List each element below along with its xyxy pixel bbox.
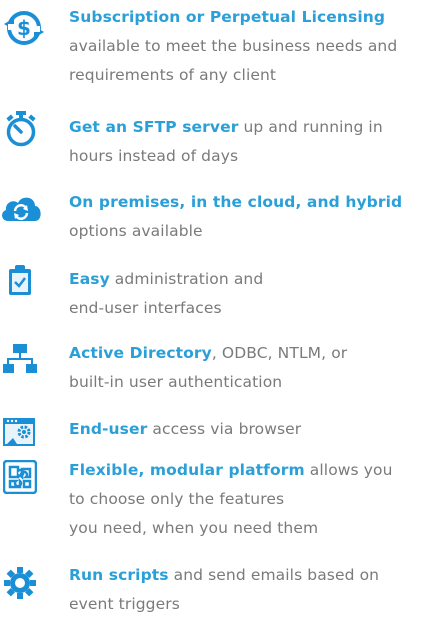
stopwatch-icon xyxy=(4,111,38,147)
feature-text: available to meet the business needs and xyxy=(69,37,398,55)
feature-text: hours instead of days xyxy=(69,147,239,165)
browser-gear-icon xyxy=(3,418,35,446)
feature-highlight: On premises, in the cloud, and hybrid xyxy=(69,193,403,211)
dollar-cycle-icon: $ xyxy=(2,6,46,50)
feature-highlight: End-user xyxy=(69,420,148,438)
svg-text:$: $ xyxy=(17,16,31,40)
puzzle-icon xyxy=(3,460,37,494)
clipboard-check-icon xyxy=(9,265,31,295)
feature-highlight: Run scripts xyxy=(69,566,169,584)
feature-text: built-in user authentication xyxy=(69,373,283,391)
cloud-sync-icon xyxy=(0,194,42,222)
feature-highlight: Get an SFTP server xyxy=(69,118,239,136)
feature-highlight: Flexible, modular platform xyxy=(69,461,305,479)
feature-text: options available xyxy=(69,222,203,240)
feature-highlight: Active Directory xyxy=(69,344,212,362)
org-chart-icon xyxy=(3,344,37,374)
feature-text: requirements of any client xyxy=(69,66,277,84)
feature-text: to choose only the features xyxy=(69,490,285,508)
feature-text: you need, when you need them xyxy=(69,519,319,537)
feature-highlight: Easy xyxy=(69,270,110,288)
feature-text: event triggers xyxy=(69,595,180,613)
feature-highlight: Subscription or Perpetual Licensing xyxy=(69,8,386,26)
gear-icon xyxy=(4,567,36,599)
feature-text: end-user interfaces xyxy=(69,299,222,317)
